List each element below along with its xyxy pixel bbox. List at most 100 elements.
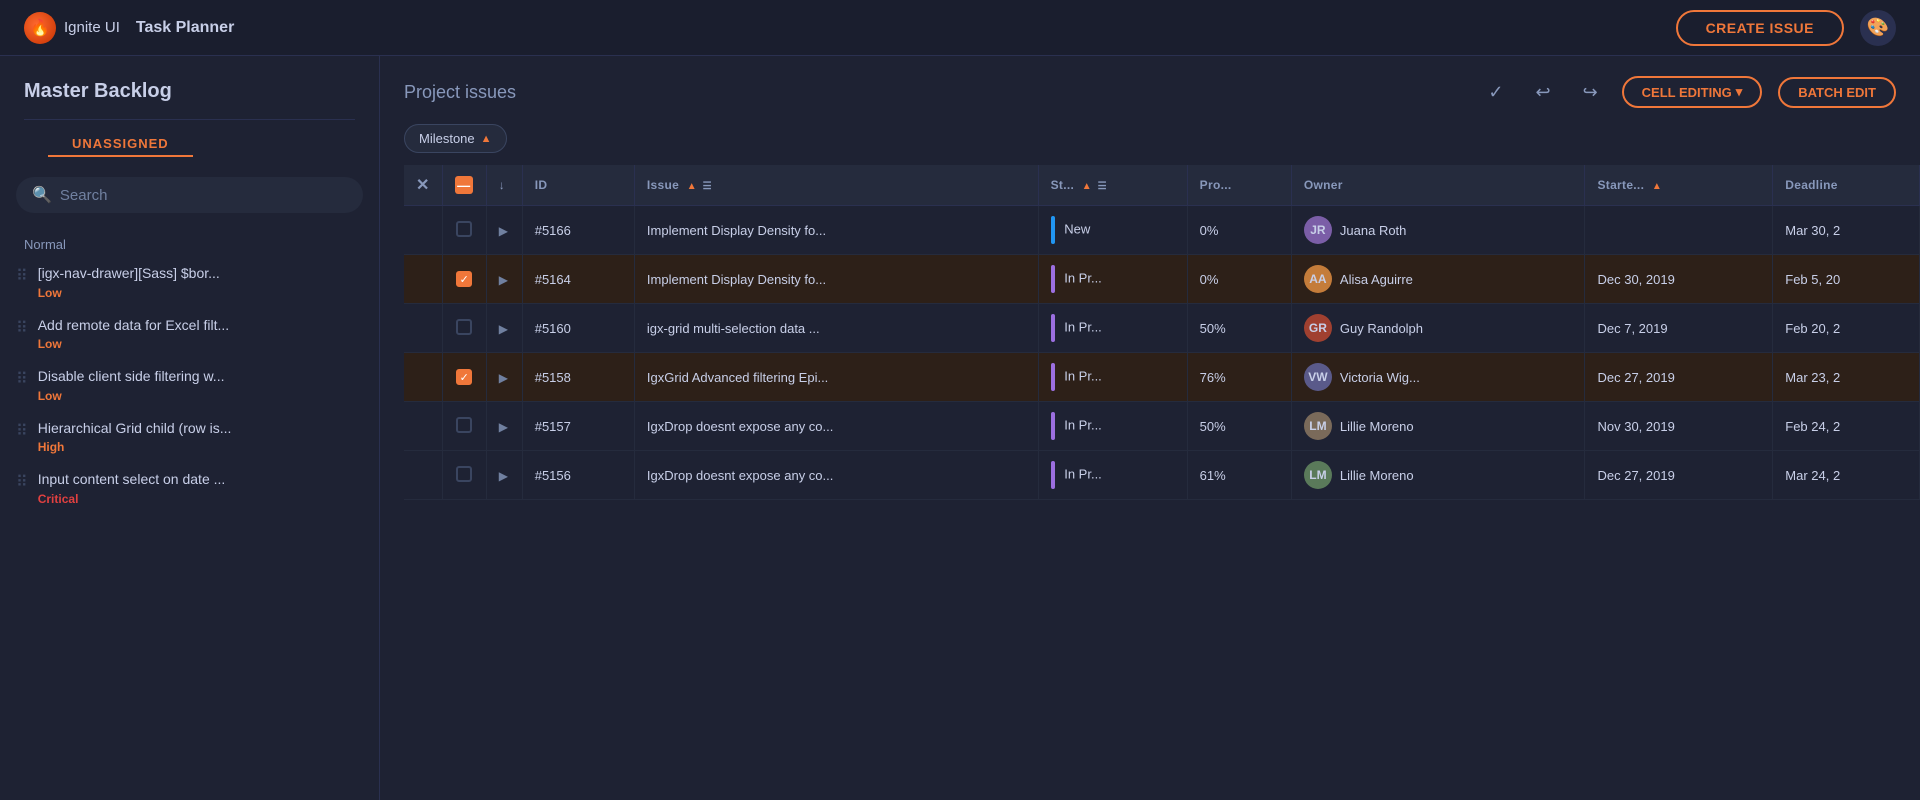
table-row: ▶ #5157 IgxDrop doesnt expose any co... … [404,402,1920,451]
expand-arrow-cell[interactable]: ▶ [486,255,522,304]
row-checkbox[interactable]: ✓ [456,369,472,385]
col-progress-header[interactable]: Pro... [1187,165,1291,206]
col-collapse-cell [404,451,442,500]
expand-arrow-cell[interactable]: ▶ [486,402,522,451]
row-checkbox[interactable] [456,466,472,482]
owner-cell: JR Juana Roth [1291,206,1585,255]
owner-name: Alisa Aguirre [1340,272,1413,287]
status-filter-icon: ☰ [1098,181,1107,192]
undo-icon[interactable]: ↩ [1527,78,1558,107]
owner-wrapper: LM Lillie Moreno [1304,461,1573,489]
create-issue-button[interactable]: CREATE ISSUE [1676,10,1844,46]
col-checkbox-header[interactable]: — [442,165,486,206]
owner-name: Juana Roth [1340,223,1407,238]
owner-name: Lillie Moreno [1340,468,1414,483]
sidebar-item[interactable]: ⠿ Input content select on date ... Criti… [0,462,379,514]
search-input[interactable] [60,187,347,204]
checkbox-cell[interactable] [442,451,486,500]
col-owner-header[interactable]: Owner [1291,165,1585,206]
status-cell: New [1038,206,1187,255]
col-collapse-cell [404,402,442,451]
confirm-icon[interactable]: ✓ [1480,78,1511,107]
issue-cell: IgxDrop doesnt expose any co... [634,451,1038,500]
col-sort-header[interactable]: ↓ [486,165,522,206]
issue-cell: Implement Display Density fo... [634,255,1038,304]
issue-cell: IgxGrid Advanced filtering Epi... [634,353,1038,402]
sidebar-item-content: Disable client side filtering w... Low [38,367,225,403]
expand-arrow-cell[interactable]: ▶ [486,304,522,353]
deadline-cell: Mar 23, 2 [1773,353,1920,402]
batch-edit-button[interactable]: BATCH EDIT [1778,77,1896,108]
sidebar-item[interactable]: ⠿ [igx-nav-drawer][Sass] $bor... Low [0,256,379,308]
sidebar-item[interactable]: ⠿ Add remote data for Excel filt... Low [0,308,379,360]
started-cell [1585,206,1773,255]
sidebar-item-priority: Critical [38,492,226,506]
expand-icon: ▶ [499,371,508,385]
progress-cell: 76% [1187,353,1291,402]
col-issue-header[interactable]: Issue ▲ ☰ [634,165,1038,206]
drag-handle-icon: ⠿ [16,369,28,389]
progress-cell: 50% [1187,402,1291,451]
sidebar-item[interactable]: ⠿ Disable client side filtering w... Low [0,359,379,411]
status-text: In Pr... [1064,319,1102,334]
status-bar [1051,265,1055,293]
owner-wrapper: VW Victoria Wig... [1304,363,1573,391]
sidebar-item[interactable]: ⠿ Hierarchical Grid child (row is... Hig… [0,411,379,463]
col-collapse-cell [404,353,442,402]
col-collapse-cell [404,255,442,304]
milestone-filter-chip[interactable]: Milestone ▲ [404,124,507,153]
redo-icon[interactable]: ↪ [1575,78,1606,107]
main-layout: Master Backlog UNASSIGNED 🔍 Normal ⠿ [ig… [0,56,1920,800]
row-checkbox[interactable] [456,221,472,237]
user-avatar[interactable]: 🎨 [1860,10,1896,46]
row-checkbox[interactable]: ✓ [456,271,472,287]
owner-avatar: GR [1304,314,1332,342]
chevron-down-icon: ▾ [1736,84,1743,100]
sidebar-item-name: Hierarchical Grid child (row is... [38,419,232,439]
sidebar-items-list: Normal ⠿ [igx-nav-drawer][Sass] $bor... … [0,229,379,800]
expand-arrow-cell[interactable]: ▶ [486,206,522,255]
checkbox-cell[interactable] [442,206,486,255]
drag-handle-icon: ⠿ [16,266,28,286]
topnav: 🔥 Ignite UI Task Planner CREATE ISSUE 🎨 [0,0,1920,56]
checkbox-cell[interactable] [442,304,486,353]
id-cell: #5166 [522,206,634,255]
owner-cell: LM Lillie Moreno [1291,402,1585,451]
issue-cell: Implement Display Density fo... [634,206,1038,255]
table-body: ▶ #5166 Implement Display Density fo... … [404,206,1920,500]
checkbox-cell[interactable]: ✓ [442,255,486,304]
row-checkbox[interactable] [456,417,472,433]
checkbox-cell[interactable] [442,402,486,451]
col-collapse-header[interactable]: ✕ [404,165,442,206]
owner-name: Guy Randolph [1340,321,1423,336]
col-status-header[interactable]: St... ▲ ☰ [1038,165,1187,206]
table-header: ✕ — ↓ ID Issue ▲ ☰ [404,165,1920,206]
select-all-checkbox[interactable]: — [455,176,473,194]
issues-table: ✕ — ↓ ID Issue ▲ ☰ [404,165,1920,500]
started-cell: Dec 27, 2019 [1585,353,1773,402]
owner-wrapper: AA Alisa Aguirre [1304,265,1573,293]
started-cell: Dec 30, 2019 [1585,255,1773,304]
cell-editing-button[interactable]: CELL EDITING ▾ [1622,76,1763,108]
status-text: In Pr... [1064,368,1102,383]
page-title: Task Planner [136,19,234,37]
sidebar-item-content: Add remote data for Excel filt... Low [38,316,229,352]
expand-arrow-cell[interactable]: ▶ [486,451,522,500]
logo[interactable]: 🔥 Ignite UI [24,12,120,44]
owner-wrapper: GR Guy Randolph [1304,314,1573,342]
deadline-cell: Mar 24, 2 [1773,451,1920,500]
col-deadline-header[interactable]: Deadline [1773,165,1920,206]
owner-cell: AA Alisa Aguirre [1291,255,1585,304]
drag-handle-icon: ⠿ [16,472,28,492]
sidebar-item-name: [igx-nav-drawer][Sass] $bor... [38,264,220,284]
logo-icon: 🔥 [24,12,56,44]
row-checkbox[interactable] [456,319,472,335]
sidebar-item-priority: High [38,440,232,454]
col-started-header[interactable]: Starte... ▲ [1585,165,1773,206]
checkbox-cell[interactable]: ✓ [442,353,486,402]
expand-arrow-cell[interactable]: ▶ [486,353,522,402]
col-id-header[interactable]: ID [522,165,634,206]
search-field[interactable]: 🔍 [16,177,363,213]
started-cell: Dec 27, 2019 [1585,451,1773,500]
owner-avatar: LM [1304,461,1332,489]
